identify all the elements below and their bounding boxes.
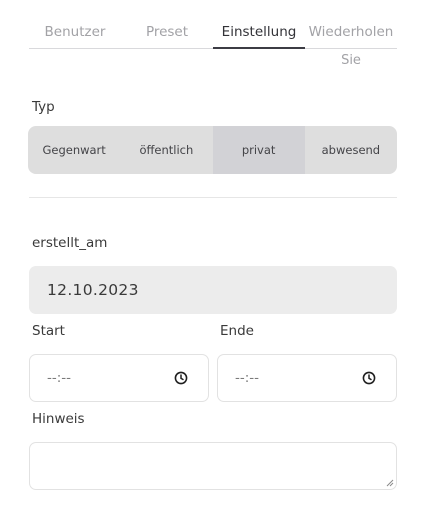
- tab-einstellung[interactable]: Einstellung: [213, 20, 305, 70]
- section-divider: [29, 197, 397, 198]
- created-date-value: 12.10.2023: [47, 281, 139, 299]
- tab-label: Einstellung: [221, 24, 297, 40]
- tab-label: Benutzer: [44, 24, 106, 40]
- start-time-input[interactable]: --:--: [29, 354, 209, 402]
- type-option-gegenwart[interactable]: Gegenwart: [28, 126, 120, 174]
- tab-bar: Benutzer Preset Einstellung Wiederholen …: [29, 20, 397, 70]
- type-option-privat[interactable]: privat: [212, 126, 305, 174]
- start-label: Start: [32, 323, 65, 339]
- type-segmented-control: Gegenwart öffentlich privat abwesend: [28, 126, 397, 174]
- end-time-input[interactable]: --:--: [217, 354, 397, 402]
- clock-icon[interactable]: [174, 371, 188, 385]
- end-time-value: --:--: [235, 370, 260, 386]
- start-time-value: --:--: [47, 370, 72, 386]
- tab-label: Wiederholen: [308, 24, 394, 40]
- created-label: erstellt_am: [32, 235, 108, 251]
- tab-preset[interactable]: Preset: [121, 20, 213, 70]
- type-option-abwesend[interactable]: abwesend: [305, 126, 397, 174]
- note-label: Hinweis: [32, 411, 85, 427]
- tab-label-line2: Sie: [341, 53, 361, 68]
- tab-benutzer[interactable]: Benutzer: [29, 20, 121, 70]
- resize-handle-icon[interactable]: [385, 478, 394, 487]
- type-option-oeffentlich[interactable]: öffentlich: [120, 126, 212, 174]
- created-date-field: 12.10.2023: [29, 266, 397, 314]
- clock-icon[interactable]: [362, 371, 376, 385]
- tab-label: Preset: [145, 24, 189, 40]
- note-textarea[interactable]: [29, 442, 397, 490]
- type-label: Typ: [32, 99, 55, 115]
- end-label: Ende: [220, 323, 254, 339]
- tab-wiederholen[interactable]: Wiederholen Sie: [305, 20, 397, 70]
